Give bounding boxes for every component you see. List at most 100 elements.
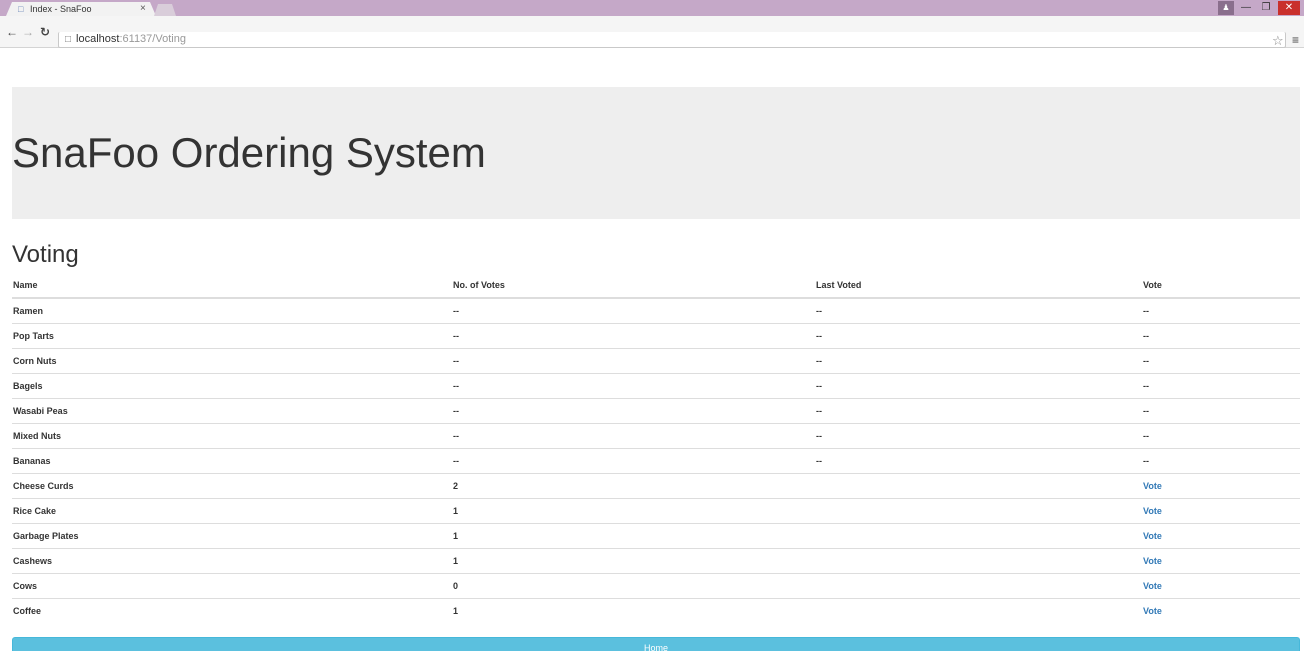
cell-name: Wasabi Peas xyxy=(12,397,452,423)
vote-link[interactable]: Vote xyxy=(1143,606,1162,616)
table-row: Coffee 1 Vote xyxy=(12,597,1300,623)
tab-title: Index - SnaFoo xyxy=(30,4,92,14)
cell-vote: -- xyxy=(1142,322,1300,348)
cell-vote: Vote xyxy=(1142,572,1300,598)
vote-link[interactable]: Vote xyxy=(1143,556,1162,566)
cell-last-voted xyxy=(815,522,1142,548)
forward-arrow-icon[interactable]: → xyxy=(22,25,34,39)
column-header-vote: Vote xyxy=(1142,272,1300,299)
vote-link[interactable]: Vote xyxy=(1143,481,1162,491)
window-controls: ♟ — ❐ ✕ xyxy=(1218,0,1300,16)
cell-last-voted: -- xyxy=(815,447,1142,473)
cell-last-voted xyxy=(815,497,1142,523)
browser-toolbar: ← → ↻ □ localhost:61137/Voting ☆ ≡ xyxy=(0,16,1304,48)
cell-vote: Vote xyxy=(1142,547,1300,573)
table-row: Cashews 1 Vote xyxy=(12,547,1300,573)
table-row: Rice Cake 1 Vote xyxy=(12,497,1300,523)
voting-table: Name No. of Votes Last Voted Vote Ramen -… xyxy=(12,272,1300,623)
column-header-name: Name xyxy=(12,272,452,299)
cell-votes: -- xyxy=(453,305,459,316)
column-header-last-voted: Last Voted xyxy=(815,272,1142,299)
window-close-icon[interactable]: ✕ xyxy=(1278,1,1300,15)
cell-last-voted: -- xyxy=(815,322,1142,348)
cell-votes: 1 xyxy=(452,597,815,623)
cell-last-voted: -- xyxy=(816,305,822,316)
table-row: Cheese Curds 2 Vote xyxy=(12,472,1300,498)
restore-icon[interactable]: ❐ xyxy=(1258,1,1274,15)
home-button[interactable]: Home xyxy=(12,637,1300,653)
cell-name: Coffee xyxy=(12,597,452,623)
table-header-row: Name No. of Votes Last Voted Vote xyxy=(12,272,1300,299)
cell-last-voted: -- xyxy=(815,347,1142,373)
cell-last-voted xyxy=(815,572,1142,598)
cell-vote: -- xyxy=(1142,422,1300,448)
cell-last-voted xyxy=(815,472,1142,498)
table-row: Cows 0 Vote xyxy=(12,572,1300,598)
address-bar[interactable]: □ localhost:61137/Voting xyxy=(58,32,1286,48)
column-header-votes: No. of Votes xyxy=(452,272,815,299)
url-host: localhost xyxy=(76,33,120,45)
cell-name: Pop Tarts xyxy=(12,322,452,348)
new-tab-button[interactable] xyxy=(154,4,176,16)
cell-votes: 1 xyxy=(452,547,815,573)
cell-last-voted: -- xyxy=(815,422,1142,448)
cell-vote: Vote xyxy=(1142,472,1300,498)
cell-last-voted: -- xyxy=(815,397,1142,423)
cell-name: Garbage Plates xyxy=(12,522,452,548)
cell-vote: Vote xyxy=(1142,597,1300,623)
cell-name: Cashews xyxy=(12,547,452,573)
table-row: Corn Nuts -- -- -- xyxy=(12,347,1300,373)
cell-name: Rice Cake xyxy=(12,497,452,523)
browser-tab[interactable]: □ Index - SnaFoo × xyxy=(6,2,156,16)
url-path: :61137/Voting xyxy=(119,33,186,45)
page-favicon-icon: □ xyxy=(18,4,24,14)
bookmark-star-icon[interactable]: ☆ xyxy=(1272,33,1284,49)
cell-name: Cheese Curds xyxy=(12,472,452,498)
page-title: SnaFoo Ordering System xyxy=(12,129,486,176)
tab-close-icon[interactable]: × xyxy=(140,2,146,16)
cell-last-voted xyxy=(815,547,1142,573)
cell-votes: -- xyxy=(452,322,815,348)
browser-tabstrip: □ Index - SnaFoo × ♟ — ❐ ✕ xyxy=(0,0,1304,16)
cell-name: Corn Nuts xyxy=(12,347,452,373)
cell-name: Mixed Nuts xyxy=(12,422,452,448)
table-row: Bagels -- -- -- xyxy=(12,372,1300,398)
cell-name: Bagels xyxy=(12,372,452,398)
table-row: Ramen -- -- -- xyxy=(12,298,1300,323)
cell-votes: -- xyxy=(452,347,815,373)
table-row: Bananas -- -- -- xyxy=(12,447,1300,473)
cell-votes: 1 xyxy=(452,497,815,523)
hamburger-menu-icon[interactable]: ≡ xyxy=(1292,33,1299,47)
cell-votes: -- xyxy=(452,372,815,398)
cell-name: Bananas xyxy=(12,447,452,473)
cell-vote: Vote xyxy=(1142,522,1300,548)
minimize-icon[interactable]: — xyxy=(1238,1,1254,15)
table-row: Pop Tarts -- -- -- xyxy=(12,322,1300,348)
back-arrow-icon[interactable]: ← xyxy=(6,25,18,39)
cell-last-voted: -- xyxy=(815,372,1142,398)
page-icon: □ xyxy=(65,34,72,45)
table-row: Garbage Plates 1 Vote xyxy=(12,522,1300,548)
cell-votes: 2 xyxy=(452,472,815,498)
vote-link[interactable]: Vote xyxy=(1143,581,1162,591)
reload-icon[interactable]: ↻ xyxy=(40,25,50,39)
cell-votes: 0 xyxy=(452,572,815,598)
cell-vote: Vote xyxy=(1142,497,1300,523)
cell-votes: -- xyxy=(452,447,815,473)
cell-vote: -- xyxy=(1142,372,1300,398)
cell-vote: -- xyxy=(1142,397,1300,423)
cell-last-voted xyxy=(815,597,1142,623)
cell-vote: -- xyxy=(1142,447,1300,473)
cell-votes: -- xyxy=(452,397,815,423)
vote-link[interactable]: Vote xyxy=(1143,531,1162,541)
table-row: Mixed Nuts -- -- -- xyxy=(12,422,1300,448)
cell-votes: 1 xyxy=(452,522,815,548)
vote-link[interactable]: Vote xyxy=(1143,506,1162,516)
cell-name: Ramen xyxy=(13,305,44,316)
cell-name: Cows xyxy=(12,572,452,598)
voting-table-body: Ramen -- -- -- Pop Tarts -- -- -- Corn Nuts -- -- -… xyxy=(12,298,1300,623)
profile-icon[interactable]: ♟ xyxy=(1218,1,1234,15)
section-title: Voting xyxy=(12,241,79,268)
cell-vote: -- xyxy=(1143,305,1149,316)
cell-vote: -- xyxy=(1142,347,1300,373)
